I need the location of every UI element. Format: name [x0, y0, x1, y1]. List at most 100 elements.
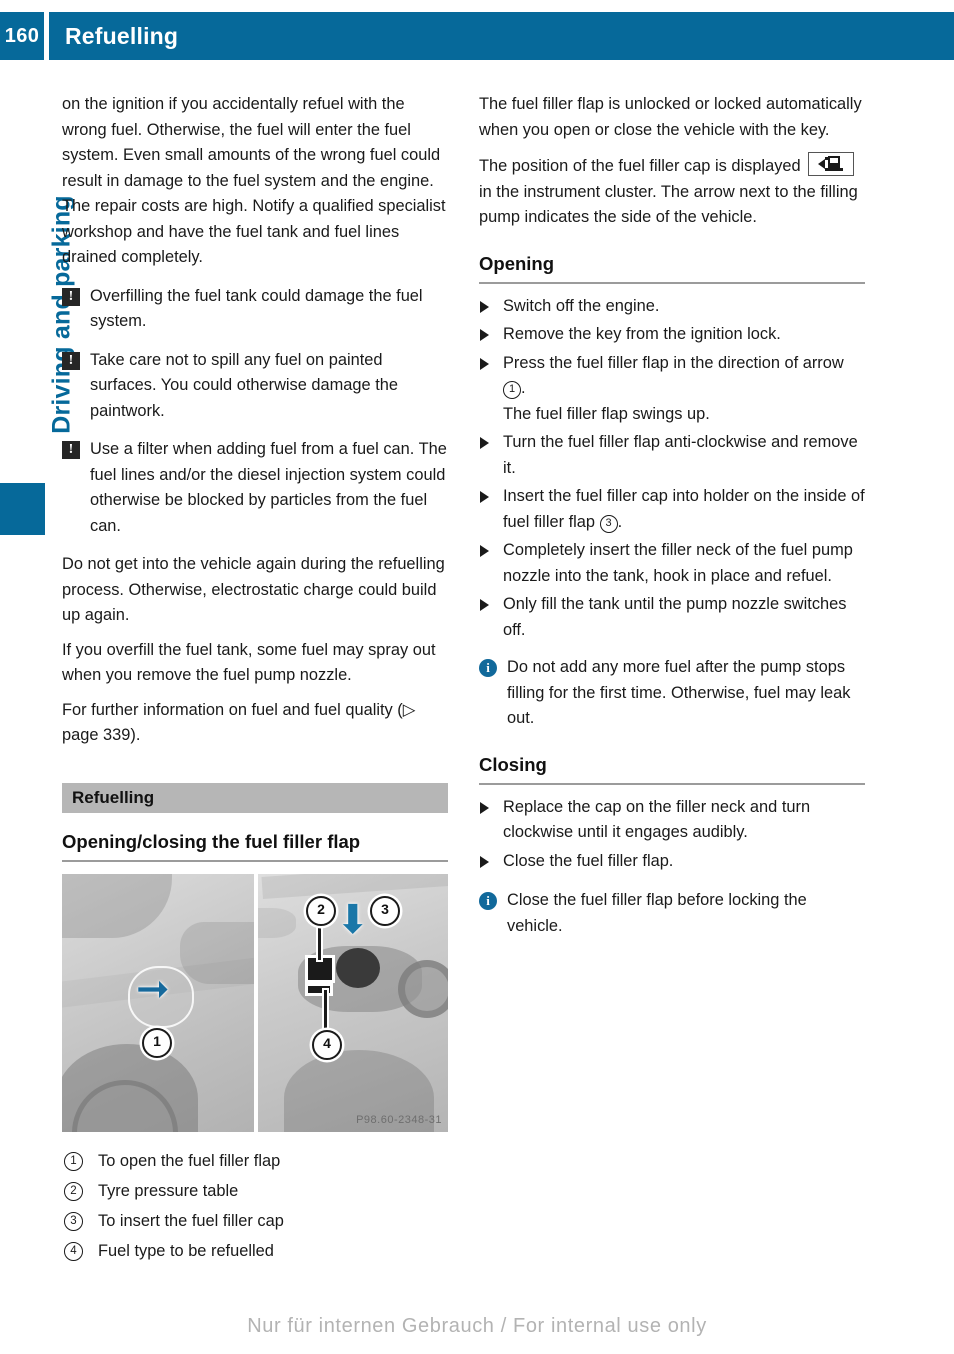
step-circled-number: 1	[503, 381, 521, 399]
body-paragraph: If you overfill the fuel tank, some fuel…	[62, 640, 436, 685]
step-arrow-icon	[480, 599, 489, 611]
step-arrow-icon	[480, 437, 489, 449]
step-arrow-icon	[480, 300, 489, 313]
step-text: Press the fuel filler flap in the direct…	[503, 353, 844, 372]
pump-arrow-part	[818, 159, 826, 169]
step-text: Only fill the tank until the pump nozzle…	[503, 595, 847, 639]
step-item: Only fill the tank until the pump nozzle…	[479, 592, 865, 643]
step-text: Completely insert the filler neck of the…	[503, 541, 853, 585]
step-text: Remove the key from the ignition lock.	[503, 325, 781, 343]
tyre-pressure-table-plate	[308, 957, 332, 980]
callout-leader-line	[324, 989, 327, 1036]
figure-legend: 1 To open the fuel filler flap 2 Tyre pr…	[62, 1146, 448, 1266]
legend-label: To open the fuel filler flap	[98, 1151, 281, 1170]
fuel-filler-neck	[336, 947, 380, 988]
vehicle-window-shape	[62, 873, 172, 938]
warning-icon: !	[62, 351, 80, 370]
step-arrow-icon	[480, 329, 489, 341]
figure-panel-open-flap: ⬇ 2 3 4 P98.60-2348-31	[258, 873, 448, 1132]
step-item: Switch off the engine.	[479, 294, 865, 320]
opening-steps-list: Switch off the engine. Remove the key fr…	[479, 294, 865, 644]
legend-number: 3	[64, 1211, 83, 1231]
body-paragraph: Do not get into the vehicle again during…	[62, 555, 445, 624]
fuel-filler-flap-figure: ➞ 1 ⬇ 2 3 4 P98.60-2348-31	[62, 873, 448, 1132]
step-item: Insert the fuel filler cap into holder o…	[479, 484, 865, 535]
step-arrow-icon	[480, 545, 489, 557]
warning-notice-text: Take care not to spill any fuel on paint…	[90, 350, 398, 420]
figure-callout-4: 4	[312, 1029, 342, 1060]
cluster-symbol-paragraph: The position of the fuel filler cap is d…	[479, 152, 865, 231]
page-header: 160 Refuelling	[0, 12, 954, 60]
step-arrow-icon	[480, 357, 489, 370]
subsection-heading: Opening/closing the fuel filler flap	[62, 831, 448, 862]
fuel-pump-cluster-icon	[808, 152, 855, 176]
step-result-text: The fuel filler flap swings up.	[503, 404, 710, 423]
warning-notice: ! Take care not to spill any fuel on pai…	[62, 348, 448, 425]
legend-item: 4 Fuel type to be refuelled	[62, 1236, 448, 1266]
step-arrow-icon	[480, 801, 489, 814]
opening-heading: Opening	[479, 253, 865, 284]
page-footer: Nur für internen Gebrauch / For internal…	[247, 1315, 707, 1337]
right-column: The fuel filler flap is unlocked or lock…	[479, 92, 865, 952]
pump-base-part	[825, 168, 844, 171]
legend-label: To insert the fuel filler cap	[98, 1211, 284, 1230]
cross-reference-prefix: For further information on fuel and fuel…	[62, 700, 393, 719]
step-text: Switch off the engine.	[503, 296, 660, 315]
info-icon: i	[479, 892, 497, 910]
info-notice: i Do not add any more fuel after the pum…	[479, 655, 865, 732]
step-text: Replace the cap on the filler neck and t…	[503, 797, 811, 842]
warning-notice-text: Overfilling the fuel tank could damage t…	[90, 286, 423, 331]
step-item: Turn the fuel filler flap anti-clockwise…	[479, 430, 865, 481]
legend-number: 2	[64, 1181, 83, 1201]
step-item: Close the fuel filler flap.	[479, 849, 865, 875]
blue-arrow-insert-icon: ⬇	[336, 897, 370, 942]
figure-callout-2: 2	[306, 895, 336, 926]
figure-watermark: P98.60-2348-31	[356, 1113, 442, 1126]
figure-callout-3: 3	[370, 895, 400, 926]
legend-number: 1	[64, 1151, 83, 1171]
info-notice-text: Do not add any more fuel after the pump …	[507, 658, 851, 727]
vehicle-trim-shape	[261, 873, 448, 899]
step-text-after: .	[617, 512, 623, 531]
cluster-text-before: The position of the fuel filler cap is d…	[479, 157, 801, 175]
warning-notice: ! Use a filter when adding fuel from a f…	[62, 437, 448, 539]
closing-heading: Closing	[479, 754, 865, 785]
warning-notice: ! Overfilling the fuel tank could damage…	[62, 284, 448, 335]
section-heading-bar: Refuelling	[62, 782, 448, 813]
warning-notice-text: Use a filter when adding fuel from a fue…	[90, 440, 447, 535]
legend-item: 1 To open the fuel filler flap	[62, 1146, 448, 1176]
step-text: Turn the fuel filler flap anti-clockwise…	[503, 433, 858, 477]
cross-reference-paragraph: For further information on fuel and fuel…	[62, 698, 448, 749]
vehicle-handle-shape	[258, 907, 296, 938]
figure-callout-1: 1	[142, 1027, 172, 1058]
step-circled-number: 3	[599, 514, 618, 533]
step-item: Remove the key from the ignition lock.	[479, 322, 865, 348]
legend-item: 3 To insert the fuel filler cap	[62, 1206, 448, 1236]
closing-steps-list: Replace the cap on the filler neck and t…	[479, 795, 865, 875]
info-notice-text: Close the fuel filler flap before lockin…	[507, 891, 807, 935]
pump-window-part	[830, 158, 839, 163]
warning-icon: !	[62, 441, 80, 459]
step-item: Press the fuel filler flap in the direct…	[479, 351, 865, 428]
legend-number: 4	[64, 1241, 83, 1261]
warning-icon: !	[62, 287, 80, 306]
figure-panel-closed-flap: ➞ 1	[62, 873, 254, 1132]
cluster-text-after: in the instrument cluster. The arrow nex…	[479, 182, 858, 227]
step-item: Replace the cap on the filler neck and t…	[479, 795, 865, 846]
info-notice: i Close the fuel filler flap before lock…	[479, 888, 865, 939]
legend-item: 2 Tyre pressure table	[62, 1176, 448, 1206]
left-column: on the ignition if you accidentally refu…	[62, 92, 448, 1266]
wheel-hub	[398, 959, 448, 1018]
info-icon: i	[479, 659, 497, 677]
page-number: 160	[4, 24, 40, 47]
step-arrow-icon	[480, 855, 489, 868]
step-text: Insert the fuel filler cap into holder o…	[503, 487, 865, 531]
blue-arrow-open-icon: ➞	[136, 966, 170, 1011]
page-title: Refuelling	[65, 22, 179, 49]
legend-label: Fuel type to be refuelled	[98, 1241, 274, 1260]
step-item: Completely insert the filler neck of the…	[479, 538, 865, 589]
intro-paragraph: The fuel filler flap is unlocked or lock…	[479, 95, 862, 139]
step-text: Close the fuel filler flap.	[503, 851, 674, 870]
step-text-after: .	[521, 379, 526, 397]
continued-paragraph: on the ignition if you accidentally refu…	[62, 95, 446, 266]
